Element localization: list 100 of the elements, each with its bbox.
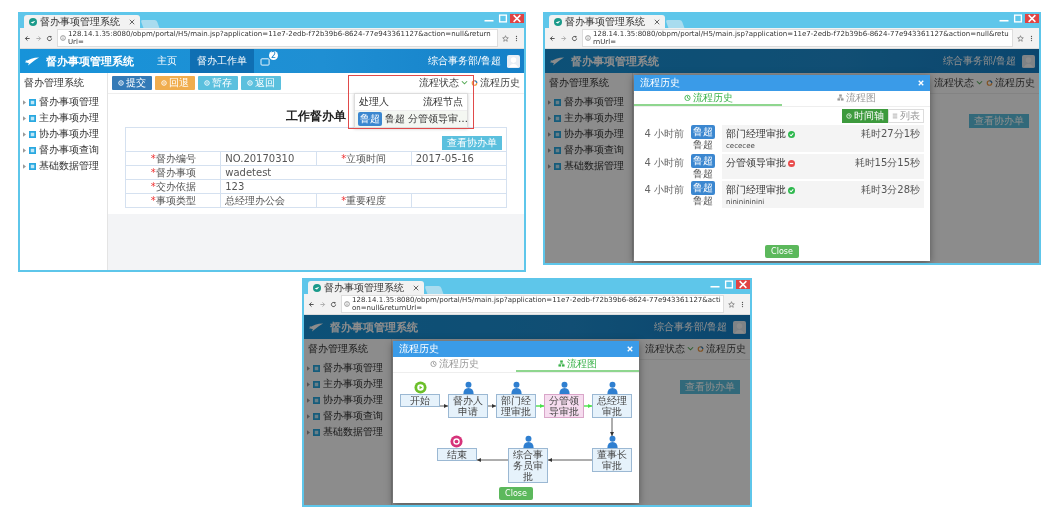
square-icon	[554, 162, 561, 170]
sidebar-item[interactable]: 协办事项办理	[20, 126, 107, 142]
circle-icon	[118, 80, 124, 86]
status-dropdown[interactable]: 流程状态	[645, 342, 694, 356]
maximize-icon[interactable]	[496, 14, 510, 23]
reload-icon[interactable]	[46, 34, 53, 42]
back-icon[interactable]	[549, 34, 556, 42]
sidebar-item[interactable]: 协办事项办理	[304, 392, 391, 408]
sidebar-item[interactable]: 督办事项查询	[545, 142, 632, 158]
field-value: 2017-05-16	[411, 151, 507, 166]
person-icon	[509, 381, 523, 394]
view-toggle[interactable]: 时间轴	[842, 109, 888, 123]
sidebar-item[interactable]: 基础数据管理	[304, 424, 391, 440]
node-label: 结束	[436, 448, 477, 461]
sidebar-item[interactable]: 督办事项管理	[304, 360, 391, 376]
duration-text: 耗时15分15秒	[854, 156, 920, 170]
user-name[interactable]: 综合事务部/鲁超	[653, 320, 727, 334]
user-name: 鲁超	[693, 139, 713, 150]
browser-tab[interactable]: 督办事项管理系统	[308, 281, 424, 294]
history-link[interactable]: 流程历史	[471, 76, 520, 90]
ring-icon	[471, 80, 478, 86]
field-value: NO.20170310	[220, 151, 316, 166]
square-icon	[313, 412, 320, 420]
star-icon[interactable]	[502, 34, 509, 42]
back-icon[interactable]	[308, 300, 315, 308]
close-icon[interactable]	[129, 18, 135, 25]
nav-tab[interactable]: 主页	[150, 49, 184, 73]
caret-icon	[23, 99, 26, 105]
field-label: *督办编号	[125, 151, 221, 166]
user-name: 鲁超	[693, 168, 713, 179]
avatar-icon[interactable]	[1022, 54, 1035, 68]
browser-tab[interactable]: 督办事项管理系统	[24, 15, 140, 28]
square-icon	[554, 98, 561, 106]
sidebar-item[interactable]: 协办事项办理	[545, 126, 632, 142]
node-label: 总经理审批	[592, 394, 632, 418]
user-avatar: 鲁超	[691, 125, 715, 139]
avatar-icon[interactable]	[507, 54, 520, 68]
time-text: 4 小时前	[643, 127, 684, 141]
forward-icon[interactable]	[319, 300, 326, 308]
user-name[interactable]: 综合事务部/鲁超	[427, 54, 501, 68]
star-icon[interactable]	[1017, 34, 1024, 42]
form-title: 工作督办单	[286, 108, 346, 125]
close-icon[interactable]	[1025, 14, 1039, 23]
user-name: 鲁超	[693, 195, 713, 206]
view-toggle[interactable]: 列表	[888, 109, 924, 123]
close-icon[interactable]	[510, 14, 524, 23]
avatar-icon[interactable]	[733, 320, 746, 334]
history-link[interactable]: 流程历史	[697, 342, 746, 356]
back-icon[interactable]	[24, 34, 31, 42]
status-dropdown[interactable]: 流程状态	[419, 76, 468, 90]
menu-icon[interactable]	[1028, 34, 1035, 42]
hierarchy-icon	[558, 360, 565, 367]
dialog-tab[interactable]: 流程历史	[634, 91, 782, 106]
sidebar-item[interactable]: 基础数据管理	[545, 158, 632, 174]
menu-icon[interactable]	[513, 34, 520, 42]
sidebar-item[interactable]: 基础数据管理	[20, 158, 107, 174]
node-name: 分管领导审…	[408, 112, 468, 126]
message-icon[interactable]	[260, 56, 271, 66]
plane-logo-icon	[24, 55, 40, 67]
reload-icon[interactable]	[571, 34, 578, 42]
maximize-icon[interactable]	[722, 280, 736, 289]
sidebar-item[interactable]: 主办事项办理	[545, 110, 632, 126]
sidebar-item[interactable]: 主办事项办理	[304, 376, 391, 392]
close-icon[interactable]	[654, 18, 660, 25]
star-icon[interactable]	[728, 300, 735, 308]
history-link[interactable]: 流程历史	[986, 76, 1035, 90]
person-icon	[461, 381, 475, 394]
clock-icon	[846, 113, 852, 119]
forward-icon[interactable]	[35, 34, 42, 42]
user-avatar: 鲁超	[691, 181, 715, 195]
field-value: 123	[220, 179, 507, 194]
toolbar-button[interactable]: 提交	[112, 76, 152, 90]
sidebar-item[interactable]: 督办事项查询	[304, 408, 391, 424]
sidebar-title: 督办管理系统	[548, 76, 610, 90]
reload-icon[interactable]	[330, 300, 337, 308]
sidebar-item[interactable]: 督办事项管理	[545, 94, 632, 110]
column-header: 处理人	[359, 95, 389, 109]
close-icon[interactable]	[736, 280, 750, 289]
close-icon[interactable]	[413, 284, 419, 291]
menu-icon[interactable]	[739, 300, 746, 308]
sidebar-item[interactable]: 主办事项办理	[20, 110, 107, 126]
node-label: 部门经理审批	[496, 394, 536, 418]
square-icon	[313, 428, 320, 436]
caret-icon	[23, 115, 26, 121]
person-icon	[521, 435, 535, 448]
forward-icon[interactable]	[560, 34, 567, 42]
square-icon	[554, 130, 561, 138]
status-dropdown[interactable]: 流程状态	[934, 76, 983, 90]
maximize-icon[interactable]	[1011, 14, 1025, 23]
caret-icon	[307, 381, 310, 387]
caret-icon	[548, 115, 551, 121]
sidebar-item[interactable]: 督办事项管理	[20, 94, 107, 110]
browser-tab[interactable]: 督办事项管理系统	[549, 15, 665, 28]
sidebar-item[interactable]: 督办事项查询	[20, 142, 107, 158]
notification-count: 2	[268, 50, 278, 60]
dialog-tab[interactable]: 流程图	[516, 357, 639, 372]
field-label: *立项时间	[316, 151, 412, 166]
user-name[interactable]: 综合事务部/鲁超	[942, 54, 1016, 68]
square-icon	[313, 380, 320, 388]
nav-tab[interactable]: 督办工作单	[190, 49, 254, 73]
